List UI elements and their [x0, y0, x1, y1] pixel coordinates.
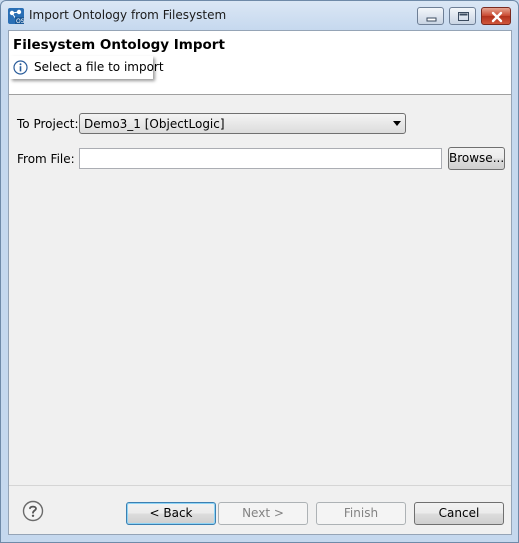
close-icon — [491, 11, 503, 23]
minimize-icon — [426, 17, 437, 22]
project-select[interactable]: Demo3_1 [ObjectLogic] — [79, 113, 406, 134]
chevron-down-icon — [393, 121, 401, 126]
help-icon[interactable] — [22, 500, 44, 522]
footer-divider — [9, 485, 511, 486]
back-button[interactable]: < Back — [126, 502, 216, 525]
close-button[interactable] — [481, 7, 511, 25]
dialog-client-area: Filesystem Ontology Import Select a file… — [8, 30, 512, 535]
browse-button[interactable]: Browse... — [448, 147, 505, 170]
minimize-button[interactable] — [417, 7, 444, 25]
cancel-button[interactable]: Cancel — [414, 502, 504, 525]
file-label: From File: — [17, 152, 75, 166]
project-label: To Project: — [17, 117, 79, 131]
next-button[interactable]: Next > — [218, 502, 308, 525]
page-title: Filesystem Ontology Import — [13, 37, 225, 53]
file-path-input[interactable] — [79, 148, 442, 169]
status-message: Select a file to import — [10, 56, 164, 79]
finish-button[interactable]: Finish — [316, 502, 406, 525]
maximize-icon — [458, 12, 469, 21]
status-message-text: Select a file to import — [34, 60, 164, 74]
wizard-header: Filesystem Ontology Import Select a file… — [9, 31, 511, 95]
ontology-import-icon: OS — [8, 8, 24, 24]
project-select-value: Demo3_1 [ObjectLogic] — [84, 117, 225, 131]
title-bar[interactable]: OS Import Ontology from Filesystem — [1, 1, 518, 30]
info-icon — [13, 60, 28, 75]
maximize-button[interactable] — [449, 7, 476, 25]
dialog-window: OS Import Ontology from Filesystem Files… — [0, 0, 519, 543]
svg-text:OS: OS — [16, 18, 24, 24]
window-title: Import Ontology from Filesystem — [29, 8, 227, 22]
